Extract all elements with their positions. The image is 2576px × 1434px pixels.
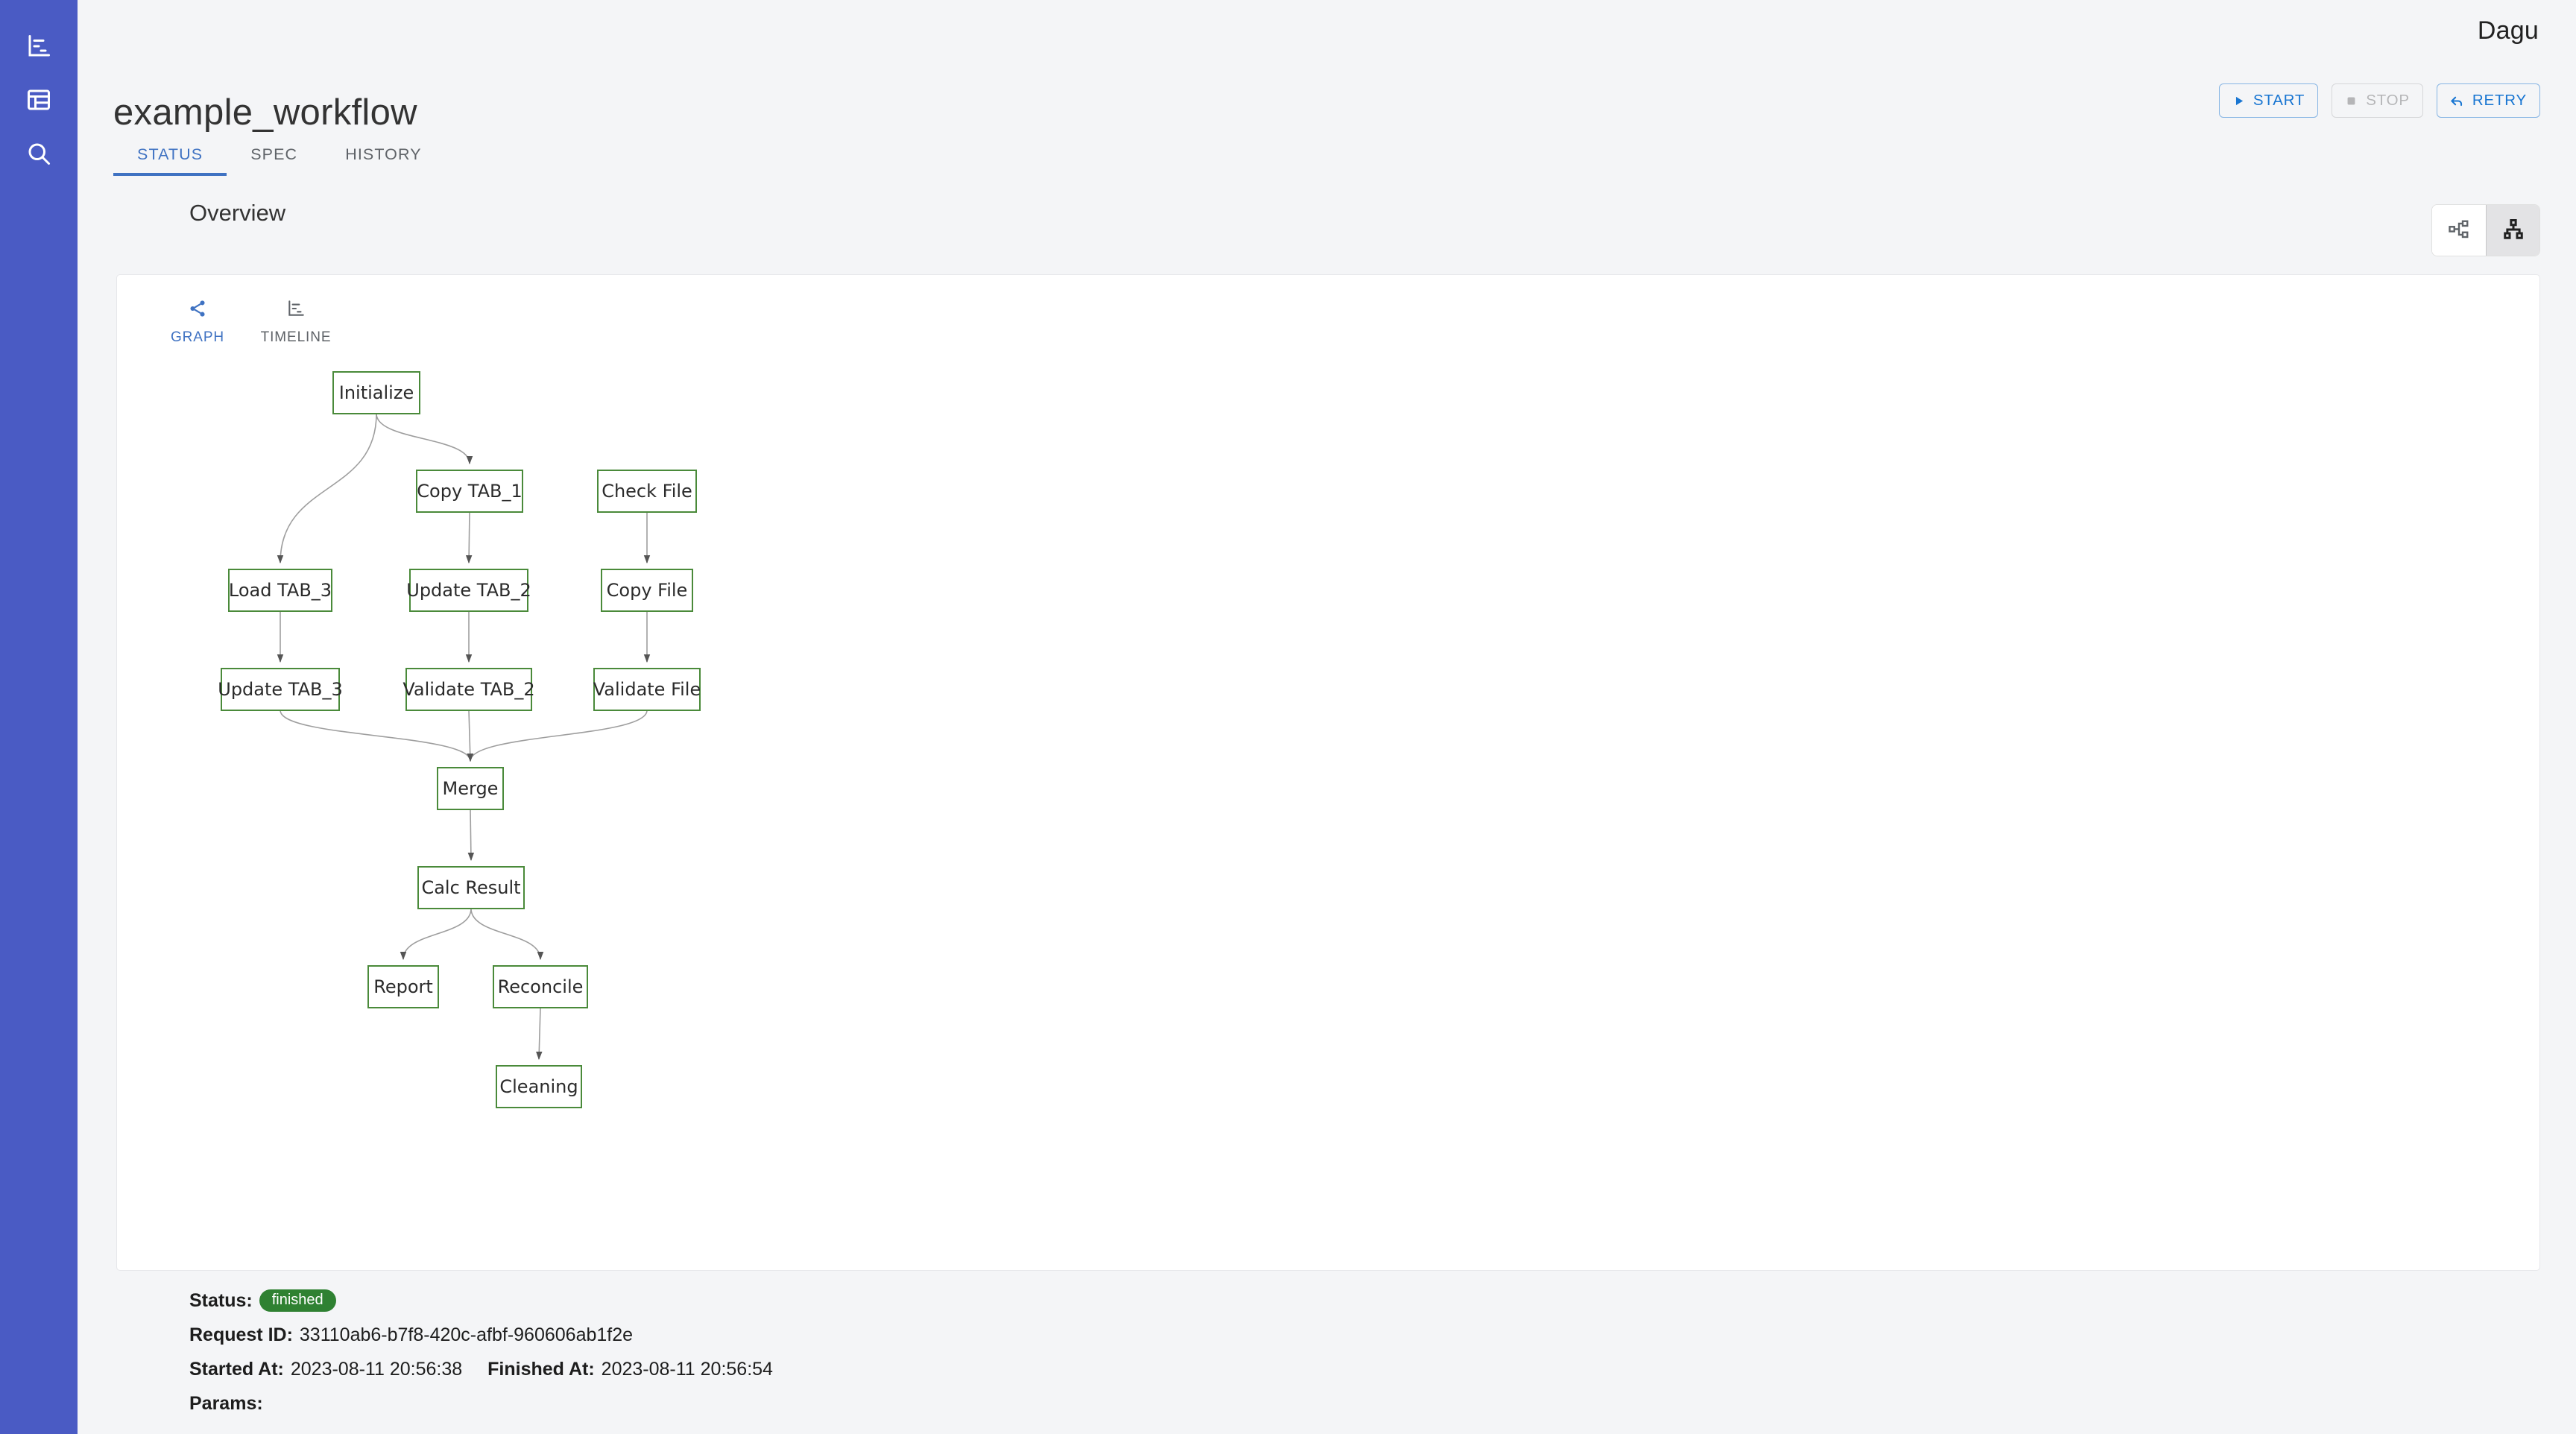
request-id-label: Request ID: [189, 1324, 293, 1345]
finished-at-label: Finished At: [487, 1359, 595, 1380]
sidebar [0, 0, 78, 1434]
overview-card: GRAPH TIMELINE Initialize Copy TAB_1 Che… [116, 274, 2540, 1271]
graph-edge [467, 710, 473, 762]
graph-nodes: Initialize Copy TAB_1 Check File Load TAB_3… [218, 371, 701, 1108]
graph-edge [280, 710, 474, 762]
stop-icon [2345, 95, 2358, 107]
sidebar-item-dashboard[interactable] [12, 19, 66, 73]
graph-layout-toggle [2431, 204, 2540, 256]
horizontal-layout-button[interactable] [2432, 205, 2486, 256]
sidebar-item-dags-list[interactable] [12, 73, 66, 127]
graph-node-label: Validate TAB_2 [402, 679, 534, 700]
sidebar-item-search[interactable] [12, 127, 66, 180]
status-row: Status: finished [189, 1289, 773, 1312]
graph-node-label: Merge [443, 778, 499, 799]
graph-edge [465, 511, 473, 564]
graph-node-label: Copy File [607, 580, 688, 601]
graph-node-update_tab_3[interactable]: Update TAB_3 [218, 668, 343, 711]
graph-subtabs: GRAPH TIMELINE [148, 293, 345, 353]
table-list-icon [25, 86, 52, 113]
subtab-timeline[interactable]: TIMELINE [247, 293, 345, 353]
graph-node-label: Initialize [339, 382, 414, 403]
graph-edge [470, 908, 544, 961]
run-metadata: Status: finished Request ID: 33110ab6-b7… [189, 1289, 773, 1427]
status-label: Status: [189, 1289, 253, 1311]
subtab-timeline-label: TIMELINE [260, 329, 332, 345]
graph-node-validate_file[interactable]: Validate File [593, 668, 701, 711]
started-at-value: 2023-08-11 20:56:38 [290, 1359, 463, 1380]
retry-button[interactable]: RETRY [2436, 83, 2540, 118]
share-graph-icon [188, 299, 207, 322]
graph-node-label: Check File [602, 481, 692, 502]
graph-node-load_tab_3[interactable]: Load TAB_3 [228, 569, 332, 612]
graph-node-label: Copy TAB_1 [417, 481, 522, 502]
graph-node-label: Report [373, 976, 433, 997]
graph-node-merge[interactable]: Merge [437, 767, 504, 810]
graph-node-report[interactable]: Report [367, 965, 439, 1008]
graph-node-label: Validate File [593, 679, 701, 700]
graph-edge [400, 908, 472, 961]
graph-edge [536, 1007, 543, 1061]
tab-history[interactable]: HISTORY [321, 133, 446, 176]
graph-node-validate_tab_2[interactable]: Validate TAB_2 [402, 668, 535, 711]
graph-node-copy_tab_1[interactable]: Copy TAB_1 [416, 470, 523, 513]
subtab-graph-label: GRAPH [170, 329, 225, 345]
start-button[interactable]: START [2218, 83, 2319, 118]
tab-status[interactable]: STATUS [113, 133, 227, 176]
stop-button-label: STOP [2366, 92, 2410, 109]
graph-edge [277, 413, 377, 564]
graph-node-label: Calc Result [421, 877, 520, 898]
graph-node-initialize[interactable]: Initialize [332, 371, 420, 414]
page-title: example_workflow [113, 92, 417, 133]
graph-node-label: Update TAB_2 [406, 580, 531, 601]
graph-node-check_file[interactable]: Check File [597, 470, 697, 513]
graph-edge [376, 413, 473, 465]
overview-heading: Overview [189, 200, 286, 226]
started-at-label: Started At: [189, 1359, 284, 1380]
dag-graph[interactable]: Initialize Copy TAB_1 Check File Load TAB_3… [117, 357, 2539, 1251]
timestamps-row: Started At: 2023-08-11 20:56:38 Finished… [189, 1359, 773, 1380]
graph-node-reconcile[interactable]: Reconcile [493, 965, 588, 1008]
dag-graph-svg[interactable]: Initialize Copy TAB_1 Check File Load TAB_3… [117, 357, 2539, 1251]
vertical-layout-button[interactable] [2486, 205, 2539, 256]
graph-node-cleaning[interactable]: Cleaning [496, 1065, 582, 1108]
status-badge: finished [259, 1289, 336, 1312]
play-icon [2232, 95, 2245, 107]
graph-node-label: Reconcile [498, 976, 584, 997]
graph-node-label: Update TAB_3 [218, 679, 343, 700]
params-row: Params: [189, 1393, 773, 1415]
horizontal-layout-icon [2448, 218, 2470, 243]
vertical-layout-icon [2502, 218, 2525, 243]
start-button-label: START [2253, 92, 2305, 109]
finished-at-value: 2023-08-11 20:56:54 [601, 1359, 773, 1380]
graph-node-update_tab_2[interactable]: Update TAB_2 [406, 569, 531, 612]
retry-icon [2450, 94, 2464, 108]
timeline-chart-icon [286, 299, 306, 322]
main-tabs: STATUS SPEC HISTORY [113, 133, 446, 176]
retry-button-label: RETRY [2472, 92, 2527, 109]
graph-node-copy_file[interactable]: Copy File [601, 569, 693, 612]
graph-edge [467, 809, 475, 862]
graph-edge [467, 710, 648, 762]
graph-node-label: Cleaning [499, 1076, 578, 1097]
timeline-chart-icon [25, 33, 52, 60]
graph-node-calc_result[interactable]: Calc Result [417, 866, 525, 909]
search-icon [25, 140, 52, 167]
action-buttons: START STOP RETRY [2218, 83, 2540, 118]
brand-title: Dagu [2477, 16, 2539, 45]
request-id-value: 33110ab6-b7f8-420c-afbf-960606ab1f2e [299, 1324, 634, 1345]
main-content: Dagu example_workflow START STOP RETRY S… [78, 0, 2576, 1434]
stop-button[interactable]: STOP [2332, 83, 2423, 118]
tab-spec[interactable]: SPEC [227, 133, 321, 176]
subtab-graph[interactable]: GRAPH [148, 293, 247, 353]
request-id-row: Request ID: 33110ab6-b7f8-420c-afbf-9606… [189, 1324, 773, 1346]
graph-node-label: Load TAB_3 [229, 580, 332, 601]
params-label: Params: [189, 1393, 263, 1414]
app-root: Dagu example_workflow START STOP RETRY S… [0, 0, 2576, 1434]
